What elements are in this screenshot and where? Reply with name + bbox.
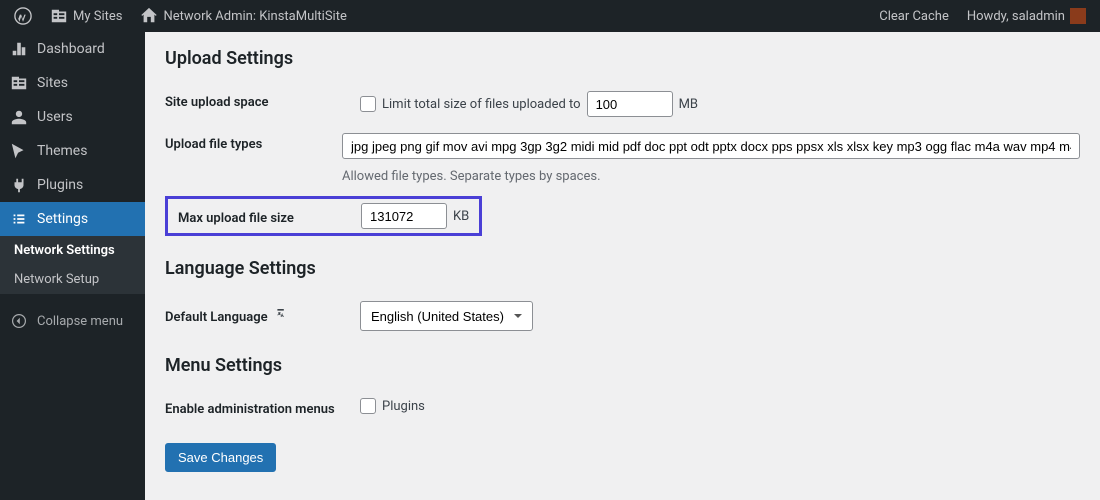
my-sites-menu[interactable]: My Sites: [44, 0, 128, 32]
sidebar-item-settings[interactable]: Settings: [0, 202, 145, 236]
settings-submenu: Network Settings Network Setup: [0, 236, 145, 294]
dashboard-icon: [10, 40, 28, 58]
label-default-language: Default Language: [165, 301, 360, 325]
network-admin-label: Network Admin: KinstaMultiSite: [163, 9, 346, 24]
sites-icon: [10, 74, 28, 92]
admin-sidebar: Dashboard Sites Users Themes Plugins Set…: [0, 32, 145, 500]
avatar: [1070, 8, 1086, 24]
sidebar-label-plugins: Plugins: [37, 177, 83, 193]
label-site-upload-space: Site upload space: [165, 91, 360, 110]
label-enable-admin-menus: Enable administration menus: [165, 398, 360, 417]
label-upload-file-types: Upload file types: [165, 133, 342, 152]
admin-bar-right: Clear Cache Howdy, saladmin: [873, 0, 1092, 32]
desc-upload-file-types: Allowed file types. Separate types by sp…: [342, 169, 1080, 184]
sidebar-item-users[interactable]: Users: [0, 100, 145, 134]
clear-cache-label: Clear Cache: [879, 9, 949, 24]
themes-icon: [10, 142, 28, 160]
network-admin-menu[interactable]: Network Admin: KinstaMultiSite: [134, 0, 352, 32]
settings-icon: [10, 210, 28, 228]
collapse-icon: [10, 312, 28, 330]
howdy-label: Howdy, saladmin: [967, 9, 1065, 24]
sidebar-label-themes: Themes: [37, 143, 87, 159]
users-icon: [10, 108, 28, 126]
save-button[interactable]: Save Changes: [165, 443, 276, 472]
wp-logo-menu[interactable]: [8, 0, 38, 32]
heading-upload-settings: Upload Settings: [165, 48, 1080, 69]
clear-cache-link[interactable]: Clear Cache: [873, 0, 955, 32]
sites-icon: [50, 7, 68, 25]
row-default-language: Default Language English (United States): [165, 293, 1080, 339]
main-content: Upload Settings Site upload space Limit …: [145, 32, 1100, 500]
row-enable-admin-menus: Enable administration menus Plugins: [165, 390, 1080, 425]
my-sites-label: My Sites: [73, 9, 122, 24]
sidebar-label-settings: Settings: [37, 211, 88, 227]
sidebar-item-plugins[interactable]: Plugins: [0, 168, 145, 202]
sidebar-item-themes[interactable]: Themes: [0, 134, 145, 168]
home-icon: [140, 7, 158, 25]
input-upload-file-types[interactable]: [342, 133, 1080, 159]
sidebar-label-users: Users: [37, 109, 73, 125]
submenu-network-settings[interactable]: Network Settings: [0, 236, 145, 265]
highlight-max-upload: Max upload file size KB: [165, 196, 482, 236]
unit-kb: KB: [453, 209, 469, 224]
plugins-icon: [10, 176, 28, 194]
collapse-label: Collapse menu: [37, 314, 123, 329]
translate-icon: [275, 305, 291, 321]
admin-bar-left: My Sites Network Admin: KinstaMultiSite: [8, 0, 353, 32]
checkbox-limit-total[interactable]: [360, 96, 376, 112]
heading-menu-settings: Menu Settings: [165, 355, 1080, 376]
sidebar-item-dashboard[interactable]: Dashboard: [0, 32, 145, 66]
howdy-menu[interactable]: Howdy, saladmin: [961, 0, 1092, 32]
heading-language-settings: Language Settings: [165, 258, 1080, 279]
row-upload-file-types: Upload file types Allowed file types. Se…: [165, 125, 1080, 192]
label-limit-total: Limit total size of files uploaded to: [382, 97, 581, 112]
wordpress-icon: [14, 7, 32, 25]
row-site-upload-space: Site upload space Limit total size of fi…: [165, 83, 1080, 125]
label-max-upload: Max upload file size: [178, 207, 361, 226]
sidebar-label-dashboard: Dashboard: [37, 41, 105, 57]
label-plugins-checkbox: Plugins: [382, 399, 425, 414]
checkbox-plugins[interactable]: [360, 398, 376, 414]
admin-bar: My Sites Network Admin: KinstaMultiSite …: [0, 0, 1100, 32]
unit-mb: MB: [679, 97, 698, 112]
submenu-network-setup[interactable]: Network Setup: [0, 265, 145, 294]
sidebar-item-sites[interactable]: Sites: [0, 66, 145, 100]
sidebar-label-sites: Sites: [37, 75, 68, 91]
input-max-upload[interactable]: [361, 203, 447, 229]
collapse-menu[interactable]: Collapse menu: [0, 304, 145, 338]
input-limit-total-mb[interactable]: [587, 91, 673, 117]
select-default-language[interactable]: English (United States): [360, 301, 533, 331]
